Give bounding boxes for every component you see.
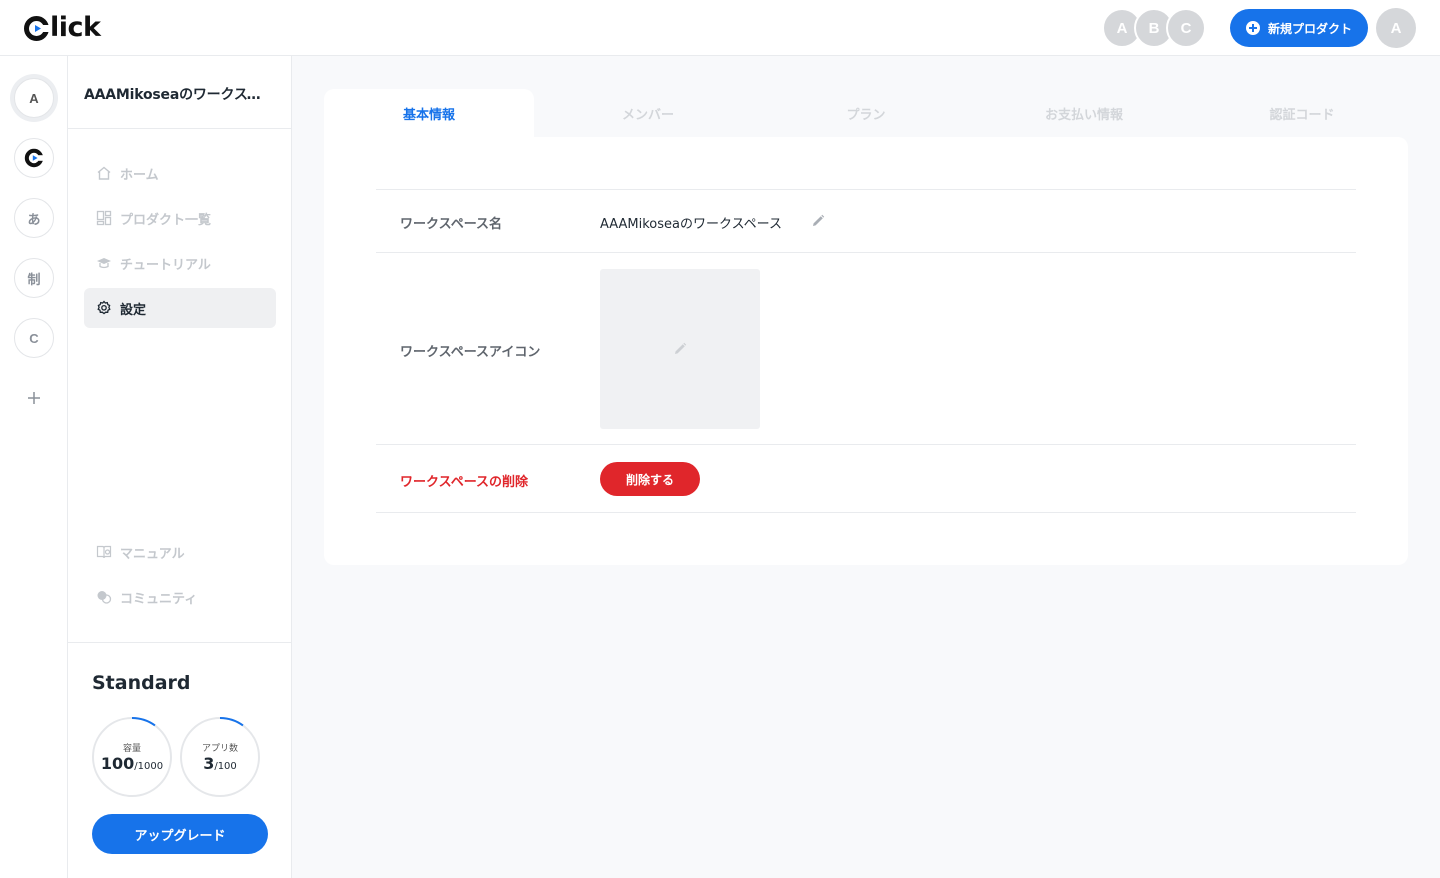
plus-icon (28, 392, 40, 404)
tab-basic-info[interactable]: 基本情報 (324, 89, 534, 137)
divider (68, 642, 291, 643)
tab-members[interactable]: メンバー (539, 89, 757, 137)
nav-item-label: ホーム (120, 167, 159, 183)
nav-item-label: マニュアル (120, 546, 185, 562)
nav-item-label: コミュニティ (120, 591, 198, 607)
workspace-name-value: AAAMikoseaのワークスペース (600, 217, 783, 232)
capacity-gauge-arc (92, 717, 172, 797)
settings-tabs: 基本情報 メンバー プラン お支払い情報 認証コード (324, 89, 1408, 137)
workspace-switch-c[interactable]: C (14, 318, 54, 358)
add-workspace-button[interactable] (24, 388, 44, 408)
nav-item-label: チュートリアル (120, 257, 211, 273)
logo-mark-icon (24, 15, 50, 41)
book-icon (96, 544, 112, 560)
nav-item-label: 設定 (120, 302, 147, 318)
user-avatar[interactable]: A (1376, 8, 1416, 48)
nav-item-products[interactable]: プロダクト一覧 (84, 198, 276, 238)
delete-workspace-label: ワークスペースの削除 (400, 475, 529, 490)
tab-payment[interactable]: お支払い情報 (975, 89, 1193, 137)
home-icon (96, 165, 112, 181)
chat-icon (96, 589, 112, 605)
logo-text: lick (50, 12, 101, 43)
new-product-button[interactable]: 新規プロダクト (1230, 9, 1368, 47)
capacity-gauge: 容量 100/1000 (92, 717, 172, 797)
graduation-cap-icon (96, 255, 112, 271)
nav-item-community[interactable]: コミュニティ (84, 577, 276, 617)
workspace-switch-sei[interactable]: 制 (14, 258, 54, 298)
workspace-title: AAAMikoseaのワークスペース (84, 87, 274, 103)
logo[interactable]: lick (24, 12, 101, 44)
workspace-icon-label: ワークスペースアイコン (400, 345, 541, 360)
divider (376, 252, 1356, 253)
divider (376, 512, 1356, 513)
plan-name: Standard (92, 672, 191, 694)
nav-item-label: プロダクト一覧 (120, 212, 212, 228)
click-logo-icon (24, 148, 44, 168)
new-product-label: 新規プロダクト (1267, 21, 1352, 36)
divider (376, 189, 1356, 190)
nav-item-tutorial[interactable]: チュートリアル (84, 243, 276, 283)
workspace-switch-a-hiragana[interactable]: あ (14, 198, 54, 238)
workspace-name-label: ワークスペース名 (400, 217, 503, 232)
tab-plan[interactable]: プラン (757, 89, 975, 137)
workspace-icon-upload[interactable] (600, 269, 760, 429)
edit-name-pencil-icon[interactable] (811, 213, 825, 232)
upgrade-button[interactable]: アップグレード (92, 814, 268, 854)
workspace-switch-click[interactable] (14, 138, 54, 178)
divider (68, 128, 291, 129)
tab-auth-code[interactable]: 認証コード (1193, 89, 1411, 137)
workspace-rail: A あ 制 C (0, 56, 68, 878)
delete-workspace-button[interactable]: 削除する (600, 462, 700, 496)
workspace-switch-a[interactable]: A (14, 78, 54, 118)
gear-icon (96, 300, 112, 316)
edit-icon-pencil-icon (675, 342, 687, 354)
apps-gauge-arc (180, 717, 260, 797)
top-header: lick A B C 新規プロダクト A (0, 0, 1440, 56)
sidebar: AAAMikoseaのワークスペース ホーム プロダクト一覧 チュートリアル 設… (68, 56, 292, 878)
apps-gauge: アプリ数 3/100 (180, 717, 260, 797)
nav-item-home[interactable]: ホーム (84, 153, 276, 193)
plus-circle-icon (1245, 21, 1260, 35)
nav-item-settings[interactable]: 設定 (84, 288, 276, 328)
divider (376, 444, 1356, 445)
nav-item-manual[interactable]: マニュアル (84, 532, 276, 572)
settings-card: ワークスペース名 AAAMikoseaのワークスペース ワークスペースアイコン … (324, 137, 1408, 565)
member-avatar[interactable]: C (1166, 8, 1206, 48)
grid-icon (96, 210, 112, 226)
